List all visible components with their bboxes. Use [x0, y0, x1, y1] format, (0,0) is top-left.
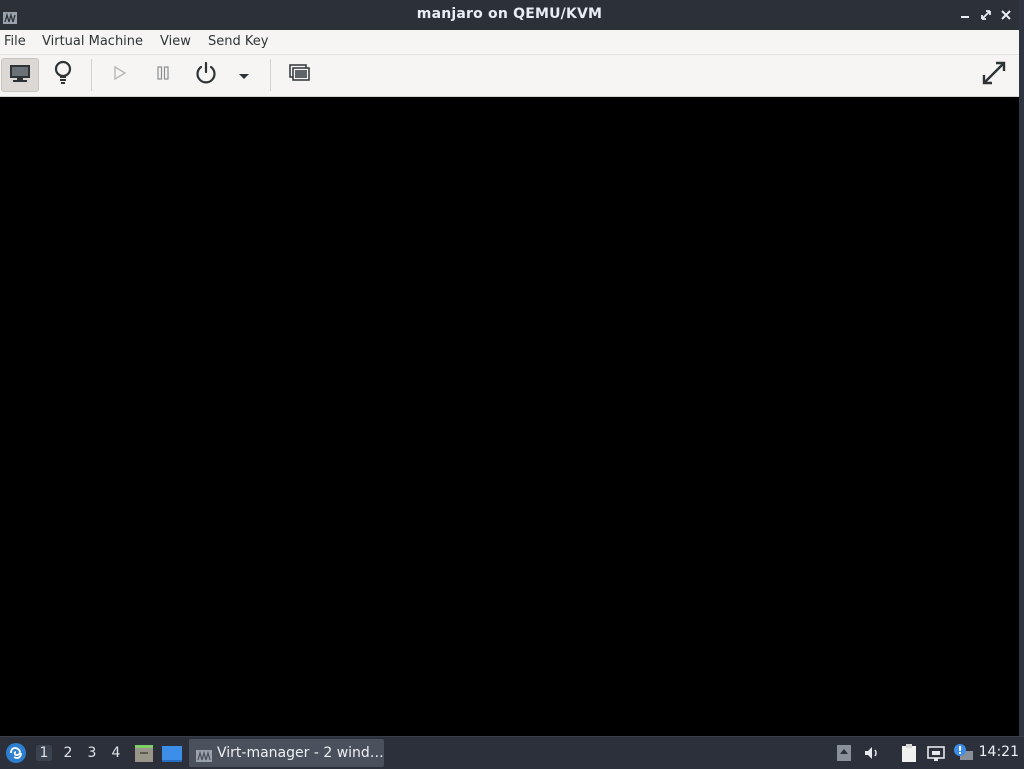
workspace-2[interactable]: 2	[60, 745, 76, 761]
taskbar-task-virt-manager[interactable]: Virt-manager - 2 wind…	[189, 739, 384, 767]
run-button[interactable]	[100, 58, 138, 92]
snapshots-button[interactable]	[280, 58, 318, 92]
workspace-3[interactable]: 3	[84, 745, 100, 761]
show-desktop-icon[interactable]	[161, 742, 183, 764]
restore-button[interactable]	[978, 7, 994, 23]
close-button[interactable]	[998, 7, 1014, 23]
tray-expand-icon[interactable]	[834, 743, 854, 763]
dropdown-arrow-icon	[237, 66, 251, 85]
start-menu-icon[interactable]	[5, 742, 27, 764]
volume-icon[interactable]	[862, 743, 882, 763]
show-console-button[interactable]	[1, 58, 39, 92]
fullscreen-button[interactable]	[975, 58, 1013, 92]
taskbar: 1 2 3 4 Virt-manager - 2 wind… 14:21	[0, 736, 1024, 769]
workspace-4[interactable]: 4	[108, 745, 124, 761]
lightbulb-icon	[52, 60, 74, 90]
shutdown-button[interactable]	[187, 58, 225, 92]
toolbar-separator	[270, 59, 271, 91]
play-icon	[110, 64, 128, 86]
pause-icon	[154, 64, 172, 86]
pause-button[interactable]	[144, 58, 182, 92]
workspace-1[interactable]: 1	[36, 745, 52, 761]
menu-send-key[interactable]: Send Key	[208, 34, 268, 49]
power-icon	[194, 61, 218, 89]
toolbar	[0, 55, 1019, 97]
desktop-edge	[1019, 0, 1024, 736]
menu-file[interactable]: File	[4, 34, 26, 49]
network-wired-icon[interactable]	[926, 743, 946, 763]
show-details-button[interactable]	[44, 58, 82, 92]
shutdown-menu-button[interactable]	[226, 58, 262, 92]
fullscreen-icon	[981, 60, 1007, 90]
file-manager-icon[interactable]	[133, 742, 155, 764]
menu-view[interactable]: View	[160, 34, 191, 49]
toolbar-separator	[91, 59, 92, 91]
monitor-icon	[8, 63, 32, 87]
update-notifier-icon[interactable]	[952, 743, 973, 763]
menu-virtual-machine[interactable]: Virtual Machine	[42, 34, 143, 49]
vm-console-display[interactable]	[0, 97, 1019, 736]
window-titlebar[interactable]: manjaro on QEMU/KVM	[0, 0, 1019, 30]
task-label: Virt-manager - 2 wind…	[217, 745, 384, 761]
window-title: manjaro on QEMU/KVM	[416, 6, 603, 22]
snapshots-icon	[287, 62, 311, 88]
clock[interactable]: 14:21	[979, 744, 1019, 760]
menubar: File Virtual Machine View Send Key	[0, 30, 1019, 55]
virt-manager-icon	[196, 747, 212, 762]
minimize-button[interactable]	[957, 7, 973, 23]
clipboard-icon[interactable]	[899, 743, 919, 763]
